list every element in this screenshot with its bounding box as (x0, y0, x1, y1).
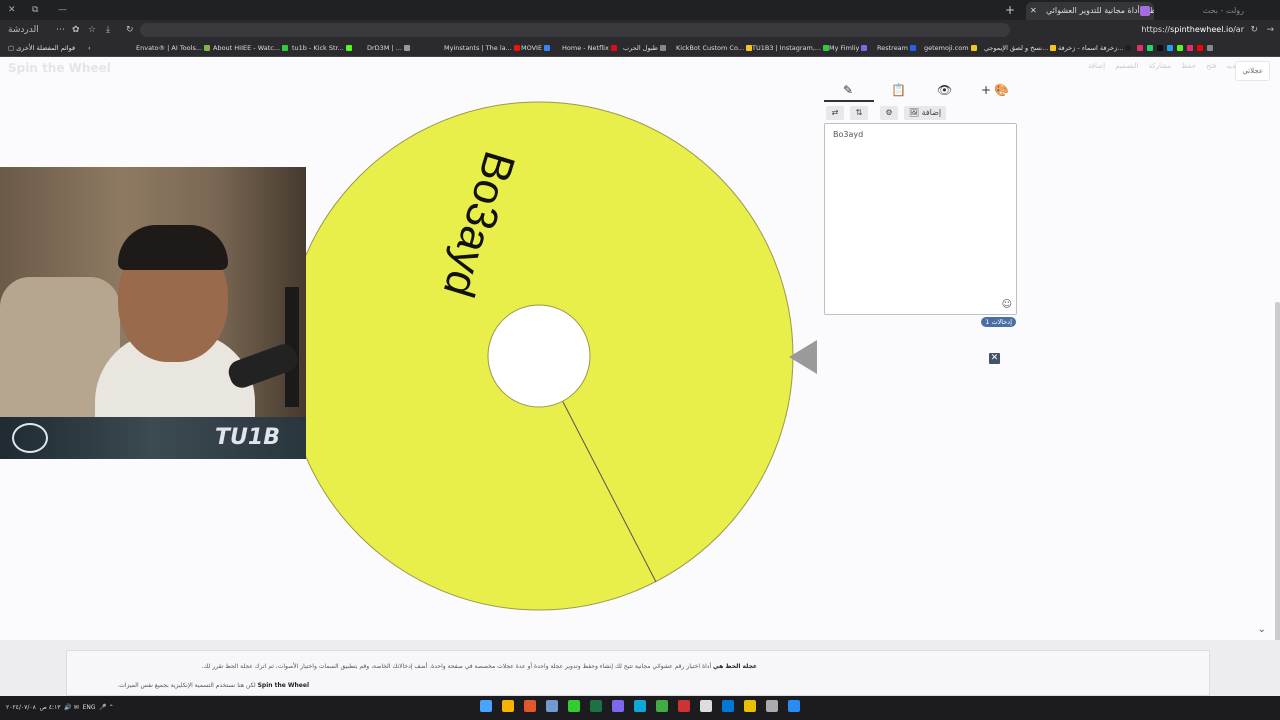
color-wheel-icon[interactable]: 🎨 (994, 83, 1009, 97)
close-icon[interactable]: ✕ (989, 353, 1000, 364)
bookmark-item[interactable]: tu1b - Kick Str... (292, 40, 354, 56)
edge-icon[interactable] (634, 700, 646, 712)
taskbar-app-icon[interactable] (700, 700, 712, 712)
add-image-button[interactable]: 🖼 إضافة (904, 106, 946, 120)
bookmark-item[interactable]: MOVIE (521, 40, 552, 56)
description-card: عجلة الحظ هي أداة اختيار رقم عشوائي مجان… (66, 650, 1210, 696)
xbox-icon[interactable] (590, 700, 602, 712)
url-text[interactable]: https://spinthewheel.io/ar (1141, 23, 1244, 37)
wheel-center[interactable] (487, 304, 591, 408)
site-logo[interactable]: Spin the Wheel (8, 61, 111, 75)
bookmark-item[interactable]: getemoji.com (924, 40, 979, 56)
system-tray[interactable]: ٤:١٣ ص ٢٠٢٤/٠٧/٠٨ 🔊 ✉ ENG 🎤 ⌃ (6, 696, 114, 720)
taskbar-app-icon[interactable] (722, 700, 734, 712)
bookmark-item[interactable]: About HIIEE - Watc... (213, 40, 290, 56)
tab-title: عجلة الحظ – أداة مجانية للتدوير العشوائي (1046, 6, 1154, 15)
toolbar-item-open[interactable]: فتح (1206, 62, 1216, 70)
stream-banner: TU1B (0, 417, 306, 459)
stream-brand-logo: TU1B (215, 425, 280, 450)
bookmark-item[interactable]: Envato® | AI Tools... (136, 40, 212, 56)
other-bookmarks-folder[interactable]: ▢ قوائم المفضلة الأخرى (8, 40, 75, 56)
taskbar-app-icon[interactable] (568, 700, 580, 712)
taskbar-app-icon[interactable] (524, 700, 536, 712)
bookmark-extension-icons[interactable] (1135, 40, 1215, 56)
panel-tabs: ✎ 📋 👁 + 🎨 (824, 81, 1018, 102)
spin-wheel[interactable]: Bo3ayd (300, 100, 796, 612)
steam-icon[interactable] (546, 700, 558, 712)
stream-emblem-icon (12, 423, 48, 453)
toolbar-item-add[interactable]: إضافة (1088, 62, 1105, 70)
taskbar-app-icon[interactable] (656, 700, 668, 712)
more-menu-icon[interactable]: ⋯ (56, 23, 65, 37)
browser-tab-active[interactable]: ✕ عجلة الحظ – أداة مجانية للتدوير العشوا… (1026, 2, 1154, 20)
clipboard-icon[interactable]: 📋 (891, 83, 906, 97)
windows-start-icon[interactable] (788, 700, 800, 712)
webcam-overlay: TU1B (0, 167, 306, 459)
favorites-icon[interactable]: ☆ (88, 23, 96, 37)
close-tab-icon[interactable]: ✕ (1030, 2, 1037, 20)
chrome-icon[interactable] (502, 700, 514, 712)
bookmarks-bar: ▢ قوائم المفضلة الأخرى ‹ Envato® | AI To… (0, 40, 1280, 57)
site-favicon-icon (1140, 6, 1150, 16)
page-content: Spin the Wheel جديد فتح حفظ مشاركة التصم… (0, 57, 1280, 640)
page-footer: عجلة الحظ هي أداة اختيار رقم عشوائي مجان… (0, 640, 1280, 696)
toolbar-item-share[interactable]: مشاركة (1149, 62, 1172, 70)
browser-tab-inactive[interactable]: رولت - بحث (1203, 2, 1244, 20)
file-explorer-icon[interactable] (744, 700, 756, 712)
settings-button[interactable]: ⚙ (880, 106, 898, 120)
toolbar-item-save[interactable]: حفظ (1181, 62, 1196, 70)
minimize-window-icon[interactable]: — (58, 0, 67, 20)
bookmark-item[interactable]: My Fimliy (829, 40, 869, 56)
reload-icon[interactable]: ↻ (126, 23, 134, 37)
extensions-icon[interactable]: ✿ (72, 23, 80, 37)
site-toolbar: جديد فتح حفظ مشاركة التصميم إضافة (1080, 62, 1240, 70)
bookmark-item[interactable]: Myinstants | The la... (444, 40, 522, 56)
new-tab-button[interactable]: + (1005, 0, 1015, 20)
entries-panel: ✎ 📋 👁 + 🎨 ⇄ ⇅ ⚙ 🖼 إضافة Bo3ayd ☺ إدخالات… (824, 81, 1018, 331)
bookmark-item[interactable]: نسخ و لصق الإيموجي... (984, 40, 1058, 56)
description-paragraph: عجلة الحظ هي أداة اختيار رقم عشوائي مجان… (201, 663, 757, 670)
bookmark-item[interactable]: زخرفة اسماء - زخرفة... (1058, 40, 1133, 56)
bookmark-item[interactable]: Restream (877, 40, 918, 56)
os-taskbar: ٤:١٣ ص ٢٠٢٤/٠٧/٠٨ 🔊 ✉ ENG 🎤 ⌃ (0, 696, 1280, 720)
toolbar-item-customize[interactable]: التصميم (1115, 62, 1138, 70)
taskbar-app-icon[interactable] (480, 700, 492, 712)
description-paragraph-2: Spin the Wheel لكن هنا نستخدم التسمية ال… (117, 682, 309, 689)
bookmark-item[interactable]: Home - Netflix (562, 40, 619, 56)
page-scrollbar[interactable] (1275, 302, 1280, 640)
address-bar-row: الدردشة ⋯ ✿ ☆ ⤓ ↻ https://spinthewheel.i… (0, 20, 1280, 40)
close-window-icon[interactable]: ✕ (8, 0, 16, 20)
sort-button[interactable]: ⇅ (850, 106, 868, 120)
bookmark-item[interactable]: KickBot Custom Co... (676, 40, 754, 56)
bookmarks-scroll-left-icon[interactable]: ‹ (88, 40, 91, 56)
entries-textarea[interactable]: Bo3ayd (824, 123, 1017, 315)
back-icon[interactable]: → (1266, 23, 1274, 37)
bookmark-item[interactable]: DrD3M | ... (367, 40, 412, 56)
taskbar-app-icon[interactable] (612, 700, 624, 712)
refresh-icon[interactable]: ↻ (1250, 23, 1258, 37)
bookmark-item[interactable]: طبول الحرب (623, 40, 668, 56)
profile-icon[interactable]: الدردشة (8, 23, 39, 37)
plus-icon[interactable]: + (981, 83, 991, 97)
my-wheels-button[interactable]: عجلاتي (1235, 61, 1270, 81)
maximize-window-icon[interactable]: ⧉ (32, 0, 38, 20)
taskbar-app-icon[interactable] (678, 700, 690, 712)
shuffle-button[interactable]: ⇄ (826, 106, 844, 120)
entries-count-badge: إدخالات 1 (981, 317, 1016, 327)
active-tab-indicator (824, 100, 874, 102)
address-omnibox[interactable] (140, 23, 1010, 37)
downloads-icon[interactable]: ⤓ (106, 23, 110, 37)
bookmark-item[interactable]: TU1B3 | Instagram,... (752, 40, 831, 56)
emoji-icon[interactable]: ☺ (1002, 299, 1012, 310)
search-icon[interactable] (766, 700, 778, 712)
browser-titlebar: ✕ ⧉ — + ✕ عجلة الحظ – أداة مجانية للتدوي… (0, 0, 1280, 20)
eye-off-icon[interactable]: 👁 (937, 83, 952, 97)
chevron-down-icon[interactable]: ⌄ (1258, 624, 1266, 635)
pencil-icon[interactable]: ✎ (843, 83, 853, 97)
entries-toolbar: ⇄ ⇅ ⚙ 🖼 إضافة (824, 106, 1018, 120)
wheel-pointer-icon (789, 340, 817, 374)
